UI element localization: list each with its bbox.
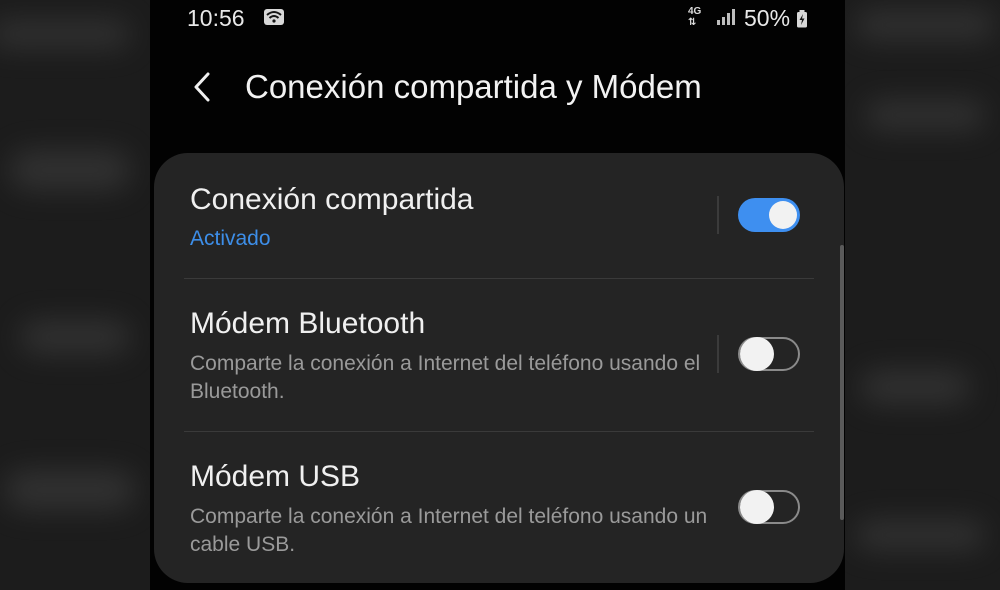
setting-description: Comparte la conexión a Internet del telé…	[190, 505, 708, 556]
setting-status: Activado	[190, 227, 271, 250]
toggle-knob	[769, 201, 797, 229]
signal-icon	[717, 9, 735, 25]
network-type-label: 4G ⇅	[688, 6, 702, 28]
setting-title: Módem USB	[190, 460, 361, 493]
settings-card: Conexión compartida Activado Módem Bluet…	[154, 153, 844, 583]
row-separator	[717, 335, 719, 373]
setting-title: Módem Bluetooth	[190, 307, 426, 340]
setting-row-tethering[interactable]: Conexión compartida Activado	[154, 153, 844, 278]
row-separator	[717, 196, 719, 234]
status-bar: 10:56 4G ⇅ 50%	[150, 0, 845, 36]
back-chevron-icon[interactable]	[192, 71, 212, 103]
toggle-knob	[740, 337, 774, 371]
blurred-background-left	[0, 0, 150, 590]
blurred-background-right	[845, 0, 1000, 590]
status-time: 10:56	[187, 5, 245, 31]
usb-modem-toggle[interactable]	[738, 490, 800, 524]
setting-row-usb[interactable]: Módem USB Comparte la conexión a Interne…	[154, 432, 844, 583]
battery-charging-icon	[797, 10, 807, 28]
bluetooth-modem-toggle[interactable]	[738, 337, 800, 371]
setting-description: Comparte la conexión a Internet del telé…	[190, 352, 701, 403]
setting-row-bluetooth[interactable]: Módem Bluetooth Comparte la conexión a I…	[154, 279, 844, 431]
tethering-toggle[interactable]	[738, 198, 800, 232]
phone-screen: 10:56 4G ⇅ 50% Conexión compartida y Móde…	[150, 0, 845, 590]
wifi-icon	[264, 9, 284, 25]
scrollbar[interactable]	[840, 245, 844, 520]
toggle-knob	[740, 490, 774, 524]
page-title: Conexión compartida y Módem	[245, 68, 702, 105]
setting-title: Conexión compartida	[190, 183, 474, 216]
battery-percent: 50%	[744, 5, 791, 31]
